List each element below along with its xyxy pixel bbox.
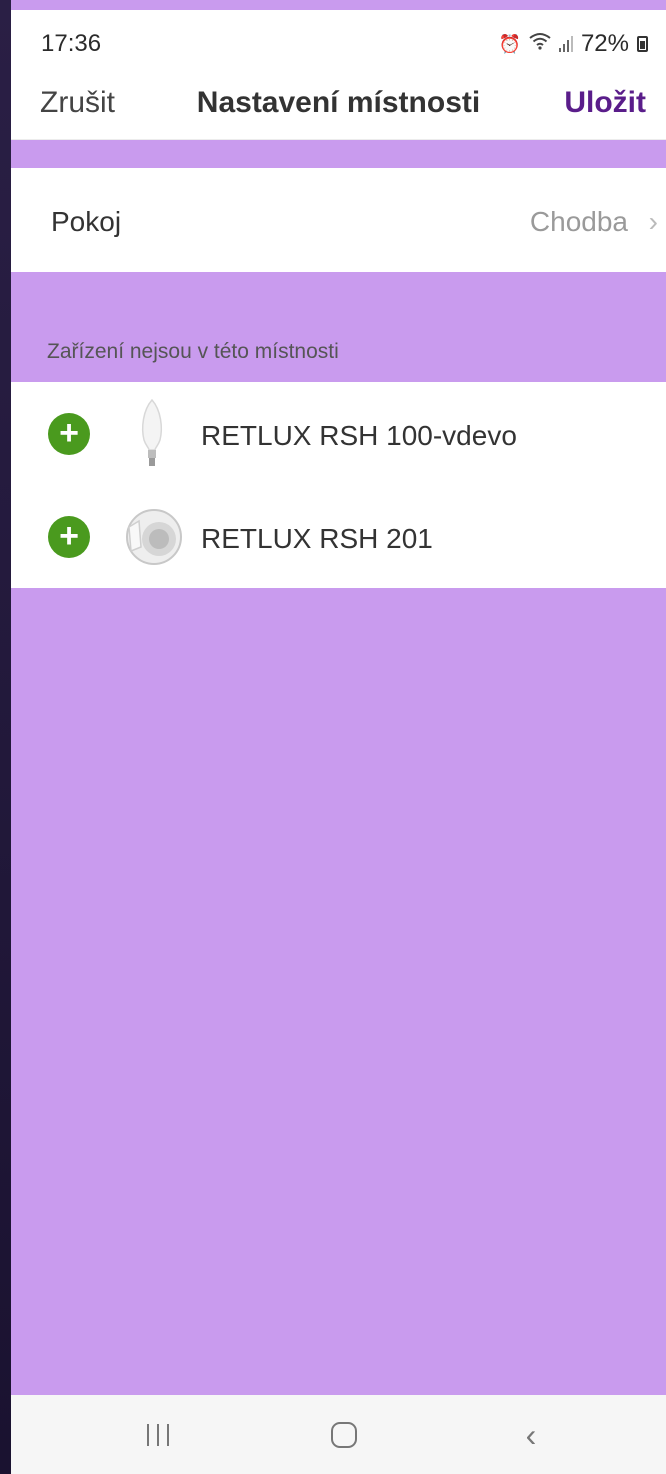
recent-apps-icon[interactable] [128, 1411, 188, 1459]
status-bar: 17:36 ⏰ 72% [11, 10, 666, 70]
alarm-icon: ⏰ [498, 33, 521, 54]
add-icon[interactable]: + [48, 413, 90, 455]
list-item: + RETLUX RSH 100-vdevo [11, 382, 666, 485]
room-selector-row[interactable]: Pokoj Chodba › [11, 168, 666, 272]
back-icon[interactable]: ‹ [501, 1411, 561, 1459]
system-nav-bar: ‹ [11, 1395, 666, 1474]
device-list: + RETLUX RSH 100-vdevo + RETLUX RSH 201 [11, 382, 666, 588]
chevron-right-icon: › [648, 206, 658, 237]
add-icon[interactable]: + [48, 516, 90, 558]
home-icon[interactable] [314, 1411, 374, 1459]
device-name: RETLUX RSH 100-vdevo [201, 420, 517, 451]
app-screen: 17:36 ⏰ 72% Zrušit Nastavení místnosti U… [11, 0, 666, 1474]
device-name: RETLUX RSH 201 [201, 523, 433, 554]
device-frame [0, 0, 11, 1474]
smart-plug-icon [121, 497, 183, 577]
list-item: + RETLUX RSH 201 [11, 485, 666, 588]
header-bar: Zrušit Nastavení místnosti Uložit [11, 70, 666, 140]
wifi-icon [529, 32, 551, 56]
battery-icon [637, 36, 648, 52]
status-time: 17:36 [41, 30, 102, 57]
signal-icon [558, 36, 573, 52]
battery-percent: 72% [580, 30, 629, 57]
room-value: Chodba [529, 206, 628, 237]
status-icons: ⏰ 72% [499, 30, 648, 58]
room-label: Pokoj [51, 206, 122, 237]
save-button[interactable]: Uložit [564, 86, 646, 120]
section-header: Zařízení nejsou v této místnosti [47, 340, 339, 363]
bulb-icon [121, 394, 183, 474]
